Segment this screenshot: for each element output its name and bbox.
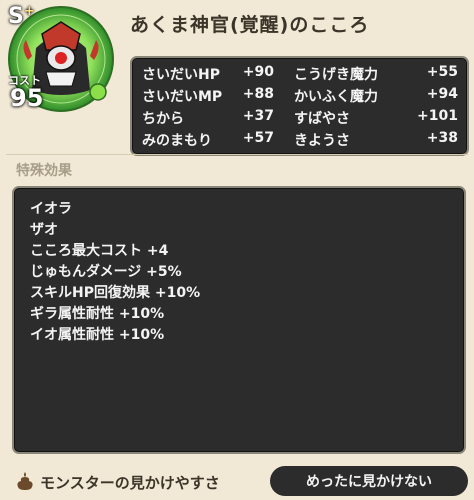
effect-item: こころ最大コスト +4 [30, 243, 169, 259]
effect-item: じゅもんダメージ +5% [30, 264, 182, 280]
stat-row: みのまもり +57 きようさ +38 [142, 130, 460, 150]
stat-name: みのまもり [142, 133, 212, 149]
effect-item: ザオ [30, 222, 58, 238]
effect-item: イオ属性耐性 +10% [30, 327, 165, 343]
stat-value: +101 [417, 108, 458, 124]
effect-item: イオラ [30, 201, 72, 217]
stat-value: +55 [426, 64, 458, 80]
stat-value: +38 [426, 130, 458, 146]
stat-name: ちから [142, 111, 184, 127]
stat-row: さいだいHP +90 こうげき魔力 +55 [142, 64, 460, 84]
stat-name: さいだいHP [142, 67, 220, 83]
stat-name: こうげき魔力 [294, 67, 378, 83]
visibility-value: めったに見かけない [270, 466, 468, 496]
stat-value: +57 [242, 130, 274, 146]
cost-value: 95 [10, 84, 44, 112]
stat-value: +90 [242, 64, 274, 80]
poop-icon [17, 472, 33, 490]
visibility-label: モンスターの見かけやすさ [40, 474, 220, 492]
stat-name: きようさ [294, 133, 350, 149]
page-title: あくま神官(覚醒)のこころ [130, 14, 370, 36]
rank-badge: S+ [8, 4, 35, 29]
stat-name: さいだいMP [142, 89, 223, 105]
effect-item: スキルHP回復効果 +10% [30, 285, 201, 301]
stat-row: ちから +37 すばやさ +101 [142, 108, 460, 128]
stat-value: +37 [242, 108, 274, 124]
effect-item: ギラ属性耐性 +10% [30, 306, 165, 322]
stat-value: +94 [426, 86, 458, 102]
rank-plus: + [23, 4, 35, 19]
special-effects-panel: イオラ ザオ こころ最大コスト +4 じゅもんダメージ +5% スキルHP回復効… [12, 186, 466, 454]
stat-row: さいだいMP +88 かいふく魔力 +94 [142, 86, 460, 106]
special-effects-label: 特殊効果 [16, 163, 72, 179]
stat-name: すばやさ [294, 111, 350, 127]
stat-name: かいふく魔力 [294, 89, 378, 105]
section-divider [6, 154, 468, 155]
stat-value: +88 [242, 86, 274, 102]
stats-panel: さいだいHP +90 こうげき魔力 +55 さいだいMP +88 かいふく魔力 … [130, 56, 469, 156]
